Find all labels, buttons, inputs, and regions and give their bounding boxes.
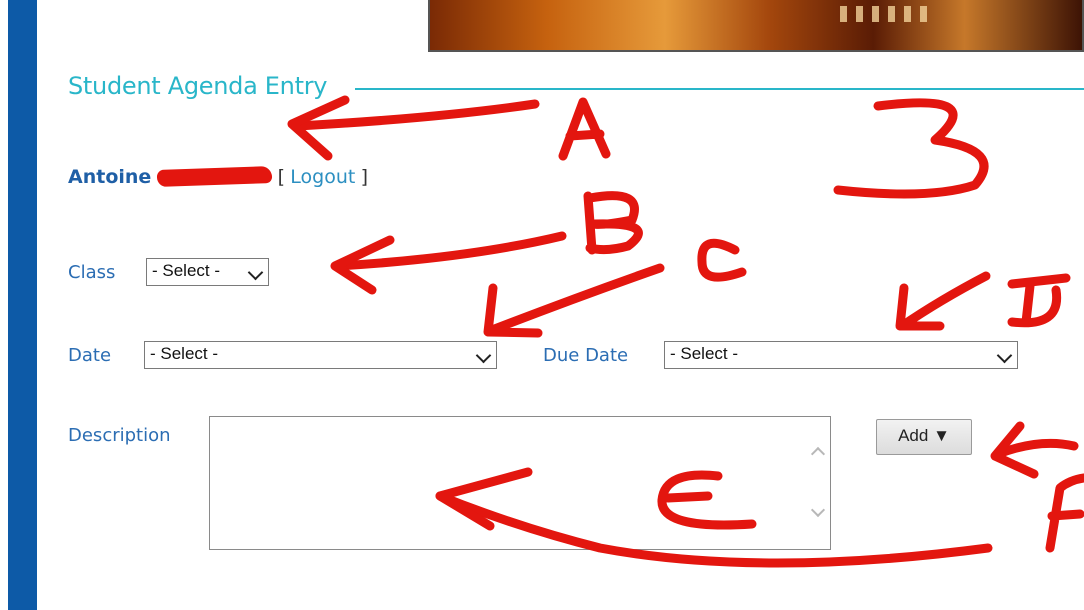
arrow-f-head (990, 421, 1039, 479)
user-name: Antoine (68, 166, 152, 188)
sidebar-stripe (8, 0, 37, 610)
logout-link[interactable]: Logout (290, 166, 355, 188)
description-textarea[interactable] (209, 416, 831, 550)
class-select[interactable]: - Select - (146, 258, 269, 286)
scroll-down-icon[interactable] (810, 502, 826, 518)
arrow-d (897, 271, 991, 331)
arrow-d-head (895, 283, 945, 331)
due-date-select-value: - Select - (670, 344, 739, 363)
arrow-f (993, 438, 1079, 459)
digit-3-shape (833, 98, 989, 199)
add-button[interactable]: Add ▼ (876, 419, 972, 455)
arrow-a (293, 99, 540, 131)
page-title: Student Agenda Entry (68, 72, 328, 100)
chevron-down-icon (475, 347, 492, 364)
date-select-value: - Select - (150, 344, 219, 363)
chevron-down-icon (247, 264, 264, 281)
letter-d-shape (1007, 273, 1071, 328)
user-row: Antoine [ Logout ] (68, 165, 369, 189)
logout-bracket-open: [ (277, 166, 285, 188)
letter-c-shape (697, 238, 747, 282)
textarea-scrollbar[interactable] (806, 417, 830, 549)
date-select[interactable]: - Select - (144, 341, 497, 369)
arrow-c (487, 263, 665, 335)
arrow-a-head (287, 95, 350, 161)
date-label: Date (68, 345, 112, 366)
header-banner-image (428, 0, 1084, 52)
redaction-mark (157, 165, 273, 188)
title-divider (355, 88, 1084, 90)
due-date-label: Due Date (543, 345, 629, 366)
arrow-b (333, 231, 567, 271)
letter-f-shape (1045, 473, 1084, 553)
logout-bracket-close: ] (360, 166, 369, 188)
left-sidebar-bar (0, 0, 37, 610)
due-date-select[interactable]: - Select - (664, 341, 1018, 369)
letter-b-shape (583, 191, 643, 255)
arrow-b-head (330, 235, 395, 295)
class-select-value: - Select - (152, 261, 221, 280)
arrow-c-head (483, 283, 543, 338)
letter-a-shape (558, 97, 611, 161)
banner-pillars (840, 6, 927, 22)
description-label: Description (68, 425, 171, 446)
scroll-up-icon[interactable] (810, 446, 826, 462)
chevron-down-icon (996, 347, 1013, 364)
class-label: Class (68, 262, 116, 283)
